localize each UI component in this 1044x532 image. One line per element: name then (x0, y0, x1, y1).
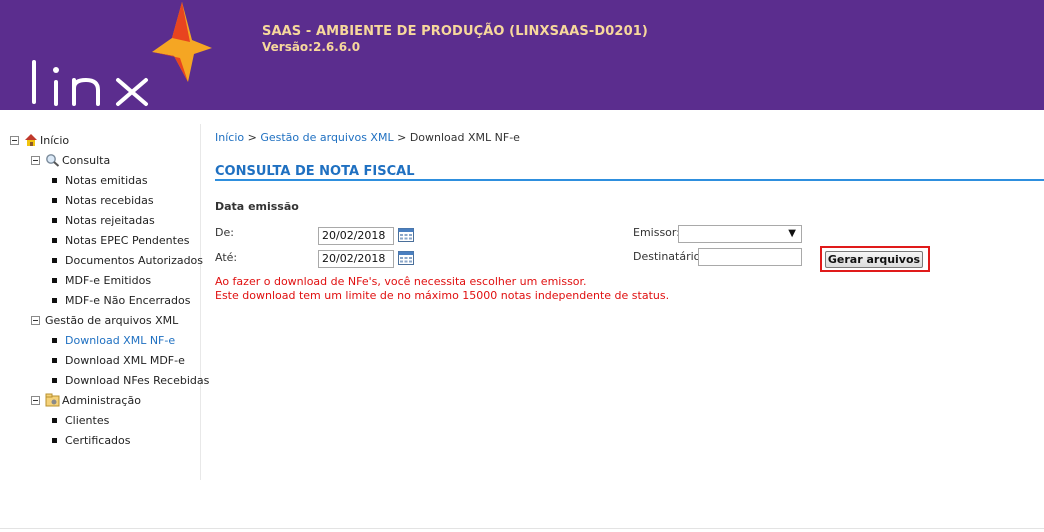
breadcrumb-home-link[interactable]: Início (215, 131, 244, 144)
nav-label: MDF-e Emitidos (65, 273, 152, 287)
tree-node-administracao[interactable]: Administração (31, 391, 141, 409)
collapse-toggle-icon[interactable] (10, 135, 19, 145)
bullet-icon (52, 277, 57, 283)
nav-notas-emitidas[interactable]: Notas emitidas (52, 171, 148, 189)
nav-clientes[interactable]: Clientes (52, 411, 109, 429)
title-divider (215, 179, 1044, 181)
breadcrumb-separator: > (247, 131, 257, 144)
dropdown-arrow-icon: ▼ (788, 228, 796, 239)
date-from-label: De: (215, 226, 234, 239)
breadcrumb-separator: > (397, 131, 407, 144)
folder-gear-icon (45, 393, 60, 407)
tree-node-inicio[interactable]: Início (10, 131, 69, 149)
collapse-toggle-icon[interactable] (31, 395, 40, 405)
collapse-toggle-icon[interactable] (31, 315, 40, 325)
nav-notas-rejeitadas[interactable]: Notas rejeitadas (52, 211, 155, 229)
bullet-icon (52, 417, 57, 423)
limit-warning-text: Este download tem um limite de no máximo… (215, 289, 670, 302)
environment-title: SAAS - AMBIENTE DE PRODUÇÃO (LINXSAAS-D0… (262, 24, 648, 39)
bullet-icon (52, 257, 57, 263)
footer-divider (0, 528, 1044, 529)
gerar-arquivos-button[interactable]: Gerar arquivos (825, 251, 923, 268)
nav-download-xml-nfe[interactable]: Download XML NF-e (52, 331, 175, 349)
bullet-icon (52, 437, 57, 443)
bullet-icon (52, 377, 57, 383)
bullet-icon (52, 177, 57, 183)
app-header: linx SAAS - AMBIENTE DE PRODUÇÃO (LINXSA… (0, 0, 1044, 110)
tree-label: Gestão de arquivos XML (45, 313, 179, 327)
bullet-icon (52, 357, 57, 363)
navigation-tree: Início Consulta Notas emitidas Notas rec… (0, 124, 209, 480)
section-heading: Data emissão (215, 200, 299, 213)
tree-label: Administração (62, 393, 141, 407)
nav-notas-epec-pendentes[interactable]: Notas EPEC Pendentes (52, 231, 189, 249)
nav-label: Notas rejeitadas (65, 213, 155, 227)
nav-documentos-autorizados[interactable]: Documentos Autorizados (52, 251, 203, 269)
tree-node-consulta[interactable]: Consulta (31, 151, 110, 169)
nav-label: Notas recebidas (65, 193, 154, 207)
emissor-select[interactable]: ▼ (678, 225, 802, 243)
magnifier-icon (46, 154, 60, 167)
home-icon (25, 134, 37, 146)
nav-label: Notas emitidas (65, 173, 148, 187)
date-from-input[interactable]: 20/02/2018 (318, 227, 394, 245)
linx-logo: linx (32, 2, 212, 106)
emissor-label: Emissor: (633, 226, 680, 239)
nav-download-xml-mdfe[interactable]: Download XML MDF-e (52, 351, 185, 369)
bullet-icon (52, 297, 57, 303)
page-title: CONSULTA DE NOTA FISCAL (215, 164, 415, 179)
breadcrumb-current: Download XML NF-e (409, 131, 520, 144)
nav-label: Download XML NF-e (65, 333, 176, 347)
date-to-input[interactable]: 20/02/2018 (318, 250, 394, 268)
bullet-icon (52, 337, 57, 343)
nav-label: Clientes (65, 413, 110, 427)
version-label: Versão:2.6.6.0 (262, 40, 361, 54)
bullet-icon (52, 197, 57, 203)
nav-label: Certificados (65, 433, 131, 447)
tree-node-gestao-xml[interactable]: Gestão de arquivos XML (31, 311, 178, 329)
destinatario-input[interactable] (698, 248, 802, 266)
bullet-icon (52, 237, 57, 243)
nav-mdfe-nao-encerrados[interactable]: MDF-e Não Encerrados (52, 291, 191, 309)
nav-label: Download XML MDF-e (65, 353, 185, 367)
nav-notas-recebidas[interactable]: Notas recebidas (52, 191, 154, 209)
breadcrumb: Início > Gestão de arquivos XML > Downlo… (215, 131, 520, 144)
date-to-label: Até: (215, 251, 238, 264)
nav-label: Notas EPEC Pendentes (65, 233, 190, 247)
bullet-icon (52, 217, 57, 223)
tree-label: Início (40, 133, 70, 147)
nav-certificados[interactable]: Certificados (52, 431, 131, 449)
emissor-warning-text: Ao fazer o download de NFe's, você neces… (215, 275, 587, 288)
nav-label: Download NFes Recebidas (65, 373, 210, 387)
destinatario-label: Destinatário: (633, 250, 705, 263)
calendar-icon[interactable] (398, 251, 414, 265)
nav-mdfe-emitidos[interactable]: MDF-e Emitidos (52, 271, 151, 289)
nav-label: Documentos Autorizados (65, 253, 204, 267)
collapse-toggle-icon[interactable] (31, 155, 40, 165)
tree-label: Consulta (62, 153, 111, 167)
breadcrumb-gestao-link[interactable]: Gestão de arquivos XML (260, 131, 393, 144)
calendar-icon[interactable] (398, 228, 414, 242)
nav-download-nfes-recebidas[interactable]: Download NFes Recebidas (52, 371, 209, 389)
nav-label: MDF-e Não Encerrados (65, 293, 191, 307)
